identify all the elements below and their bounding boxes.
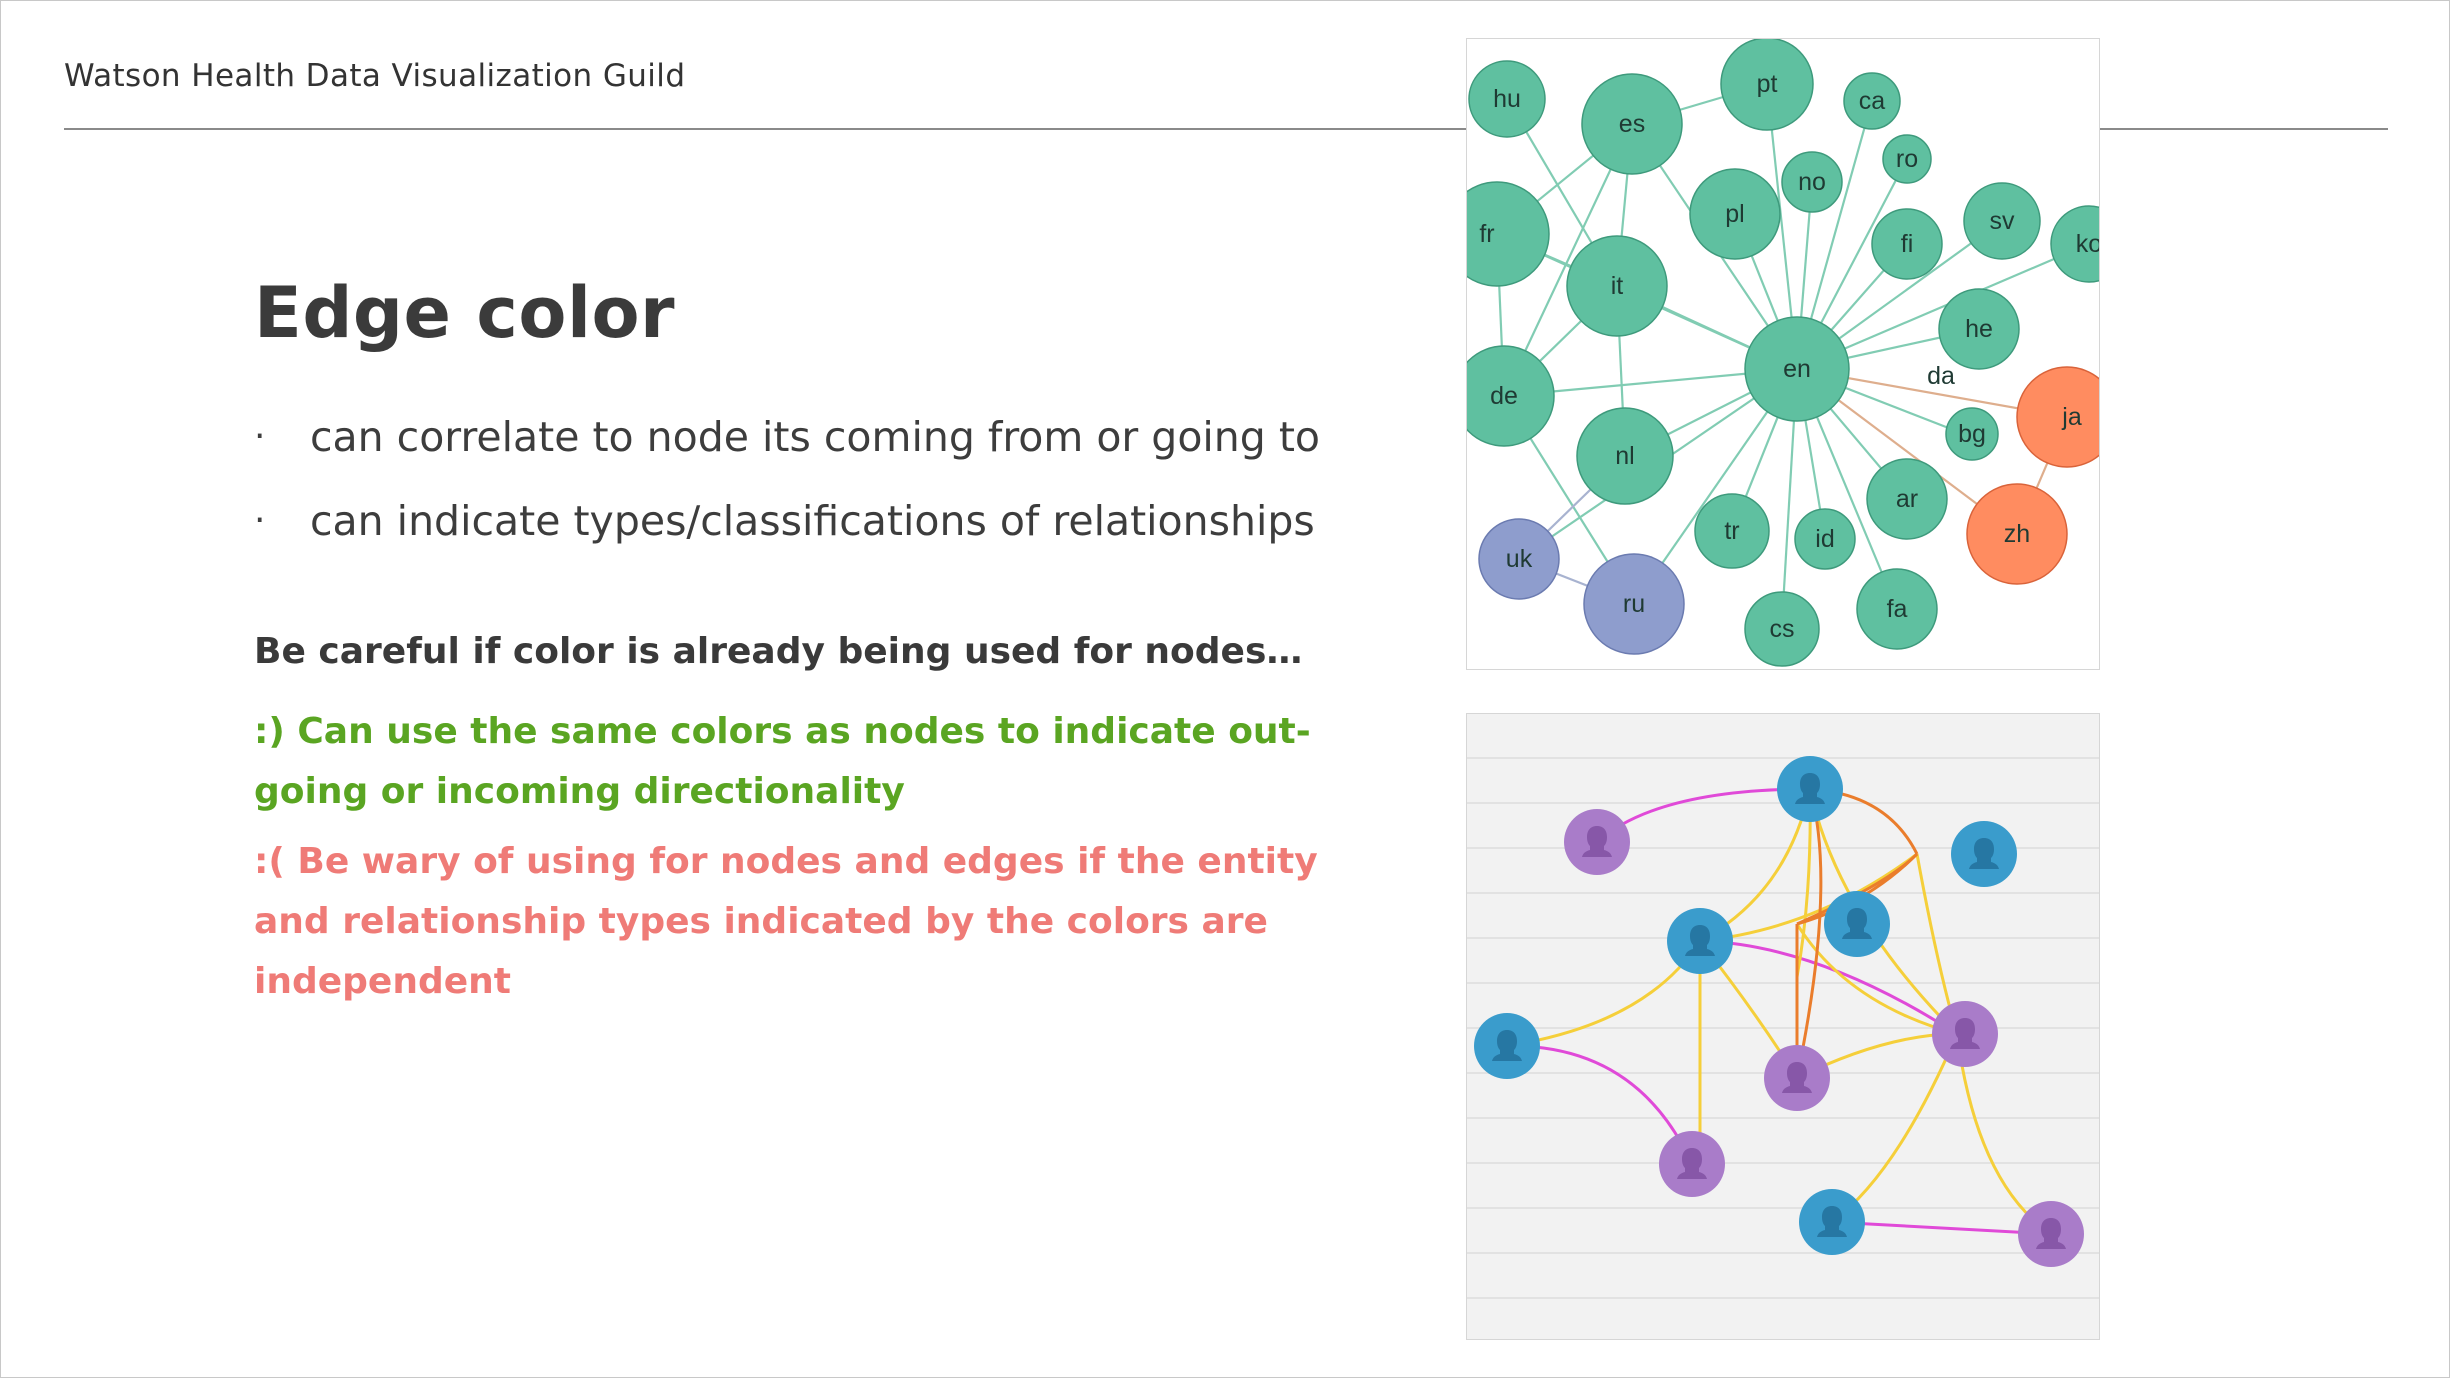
label-fr: fr [1479,220,1494,248]
label-no: no [1798,168,1826,196]
person-node [1824,891,1890,957]
label-da: da [1927,362,1955,390]
nodes [1467,39,2099,667]
label-ru: ru [1623,590,1645,618]
language-network-svg: hu es pt ca ro no pl fr it fi sv ko he e… [1467,39,2099,667]
label-ar: ar [1896,485,1918,513]
person-node [2018,1201,2084,1267]
careful-note: Be careful if color is already being use… [254,631,1303,672]
people-network-svg [1474,756,2084,1267]
label-nl: nl [1615,442,1634,470]
bullet-item: · can indicate types/classifications of r… [254,479,1320,563]
label-pl: pl [1725,200,1744,228]
person-node [1932,1001,1998,1067]
person-node [1764,1045,1830,1111]
label-ko: ko [2076,230,2099,258]
label-bg: bg [1958,420,1986,448]
bullet-marker: · [254,416,266,457]
label-zh: zh [2004,520,2030,548]
node-ja [2016,366,2099,468]
label-sv: sv [1990,207,2016,235]
people-network-image [1466,713,2100,1340]
person-node [1474,1013,1540,1079]
person-node [1564,809,1630,875]
label-id: id [1815,525,1834,553]
language-network-image: hu es pt ca ro no pl fr it fi sv ko he e… [1466,38,2100,670]
slide-title: Edge color [254,272,676,354]
person-node [1777,756,1843,822]
label-es: es [1619,110,1645,138]
label-ro: ro [1896,145,1918,173]
edge [1831,1033,1959,1224]
bullet-item: · can correlate to node its coming from o… [254,395,1320,479]
label-pt: pt [1757,70,1778,98]
person-node [1659,1131,1725,1197]
label-hu: hu [1493,85,1521,113]
person-node [1667,908,1733,974]
label-ca: ca [1859,87,1886,115]
label-uk: uk [1506,545,1533,573]
label-tr: tr [1724,517,1739,545]
bullet-marker: · [254,500,266,541]
label-cs: cs [1770,615,1795,643]
label-de: de [1490,382,1518,410]
label-ja: ja [2061,403,2082,431]
bullet-text: can indicate types/classifications of re… [310,497,1315,545]
label-he: he [1965,315,1993,343]
person-node [1951,821,2017,887]
people-nodes [1474,756,2084,1267]
label-fi: fi [1901,230,1914,258]
label-it: it [1611,272,1624,300]
guild-header: Watson Health Data Visualization Guild [64,58,686,94]
bullet-text: can correlate to node its coming from or… [310,413,1321,461]
label-fa: fa [1887,595,1908,623]
bad-note: :( Be wary of using for nodes and edges … [254,841,1318,1002]
label-en: en [1783,355,1811,383]
good-note: :) Can use the same colors as nodes to i… [254,711,1311,812]
bullet-list: · can correlate to node its coming from o… [254,395,1320,563]
person-node [1799,1189,1865,1255]
